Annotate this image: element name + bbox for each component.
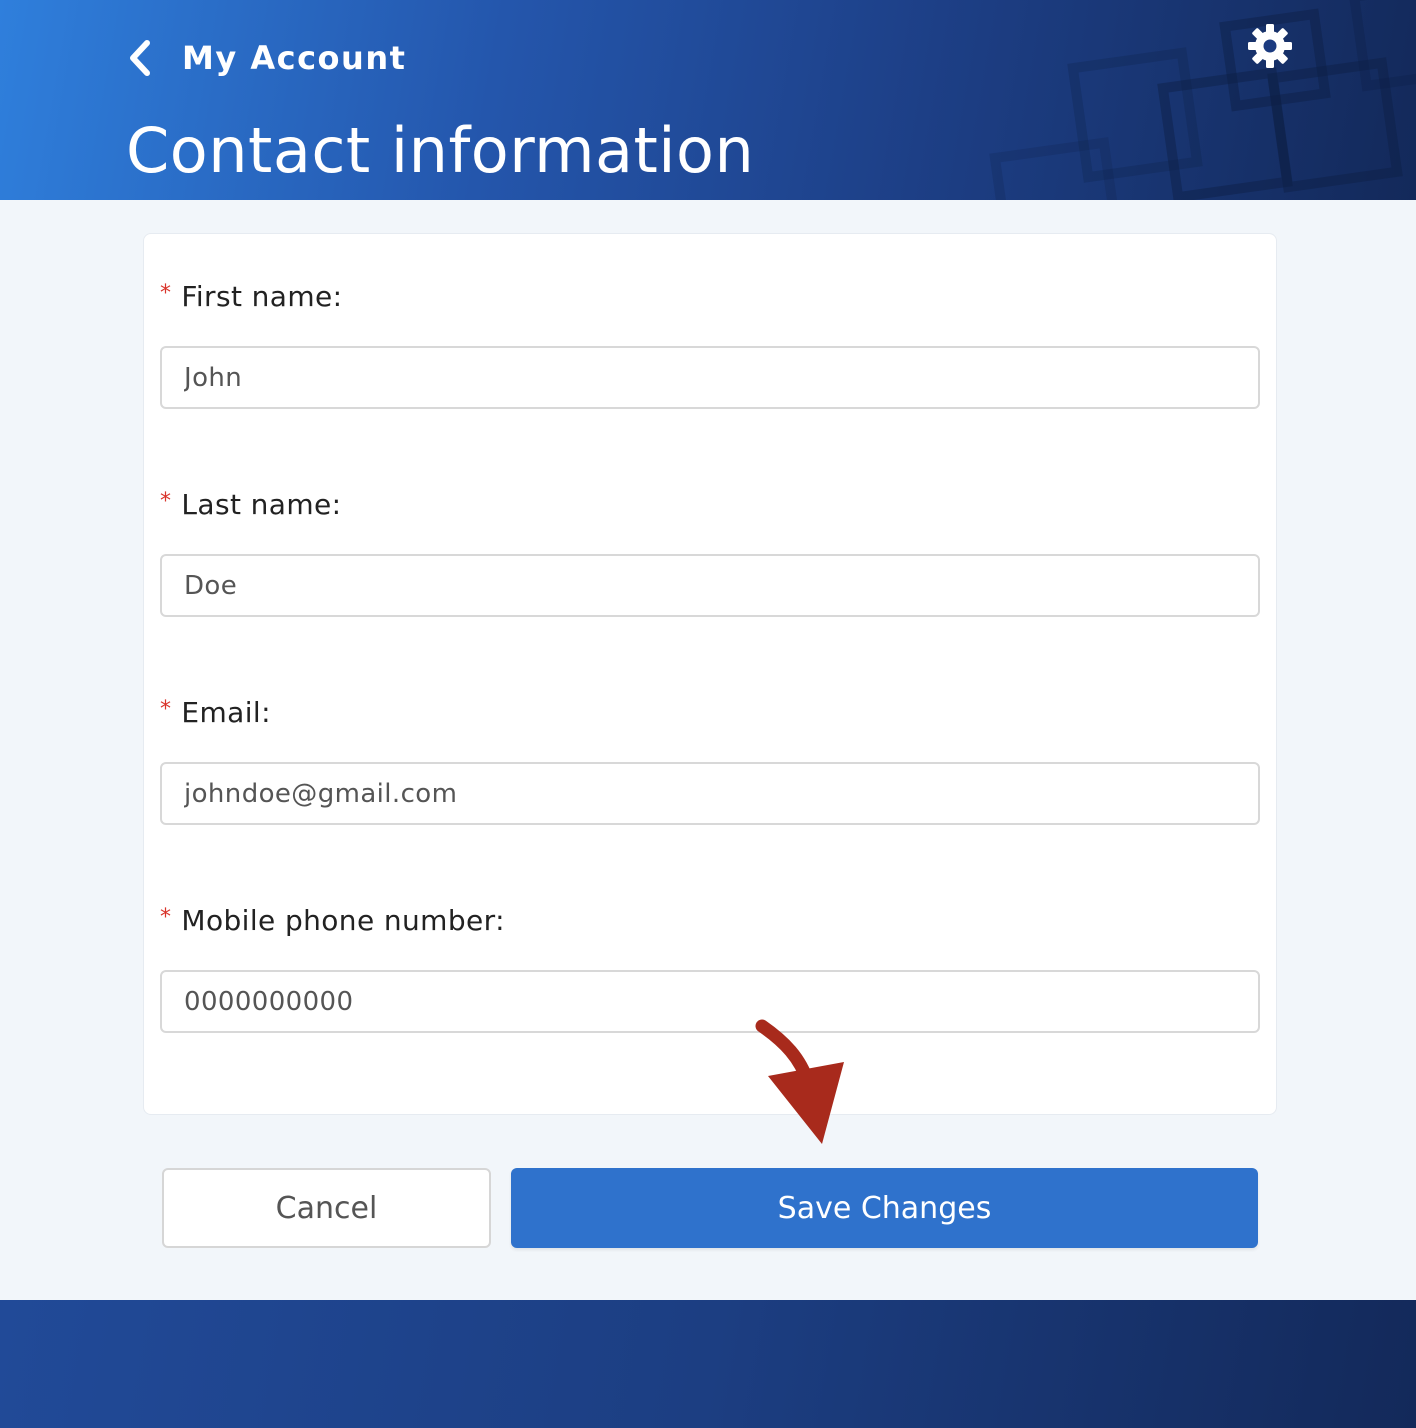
required-mark: * [160,697,172,722]
app-footer [0,1300,1416,1428]
mobile-phone-input[interactable] [160,970,1260,1033]
gear-icon[interactable] [1246,22,1294,70]
required-mark: * [160,281,172,306]
first-name-input[interactable] [160,346,1260,409]
back-label: My Account [182,39,407,77]
chevron-left-icon [130,40,150,76]
last-name-label: * Last name: [160,488,342,521]
required-mark: * [160,905,172,930]
mobile-phone-label: * Mobile phone number: [160,904,505,937]
first-name-label: * First name: [160,280,343,313]
last-name-input[interactable] [160,554,1260,617]
cancel-button[interactable]: Cancel [162,1168,491,1248]
app-header: My Account Contact information [0,0,1416,200]
page-title: Contact information [126,114,755,187]
email-label: * Email: [160,696,271,729]
save-changes-button[interactable]: Save Changes [511,1168,1258,1248]
required-mark: * [160,489,172,514]
header-decoration [989,0,1416,200]
back-button[interactable]: My Account [128,30,406,86]
email-input[interactable] [160,762,1260,825]
